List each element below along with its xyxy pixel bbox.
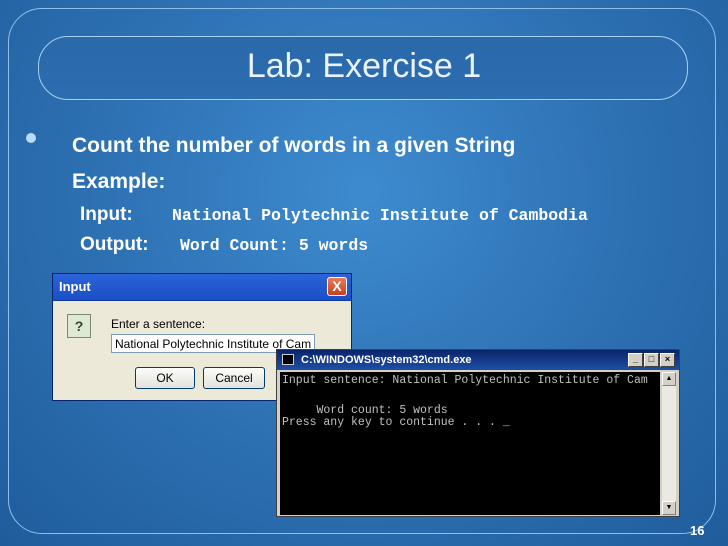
maximize-button[interactable]: □ xyxy=(644,353,659,367)
input-dialog-title: Input xyxy=(59,279,91,294)
scroll-down-icon[interactable]: ▼ xyxy=(662,501,676,515)
cmd-icon xyxy=(282,354,294,365)
cmd-close-button[interactable]: × xyxy=(660,353,675,367)
console-output[interactable]: Input sentence: National Polytechnic Ins… xyxy=(280,372,660,515)
cmd-window: C:\WINDOWS\system32\cmd.exe _ □ × Input … xyxy=(276,349,680,517)
console-scrollbar[interactable]: ▲ ▼ xyxy=(662,372,676,515)
console-line: Press any key to continue . . . _ xyxy=(282,416,510,429)
scroll-up-icon[interactable]: ▲ xyxy=(662,372,676,386)
dialog-prompt: Enter a sentence: xyxy=(111,317,206,331)
cancel-button[interactable]: Cancel xyxy=(203,367,265,389)
input-value: National Polytechnic Institute of Cambod… xyxy=(172,206,588,225)
bullet-dot xyxy=(26,133,36,143)
example-label: Example: xyxy=(72,170,166,193)
close-button[interactable]: X xyxy=(327,277,347,296)
input-label: Input: xyxy=(80,204,133,225)
output-label: Output: xyxy=(80,234,149,255)
question-icon: ? xyxy=(67,314,91,338)
minimize-button[interactable]: _ xyxy=(628,353,643,367)
cmd-titlebar[interactable]: C:\WINDOWS\system32\cmd.exe _ □ × xyxy=(277,350,679,370)
console-line: Input sentence: National Polytechnic Ins… xyxy=(282,374,648,387)
output-value: Word Count: 5 words xyxy=(180,236,369,255)
cmd-title: C:\WINDOWS\system32\cmd.exe xyxy=(301,354,472,366)
input-dialog-titlebar[interactable]: Input X xyxy=(53,274,351,301)
bullet-text: Count the number of words in a given Str… xyxy=(72,134,516,157)
page-number: 16 xyxy=(690,523,705,538)
ok-button[interactable]: OK xyxy=(135,367,195,389)
slide-title: Lab: Exercise 1 xyxy=(246,47,482,85)
title-box: Lab: Exercise 1 xyxy=(38,36,688,100)
